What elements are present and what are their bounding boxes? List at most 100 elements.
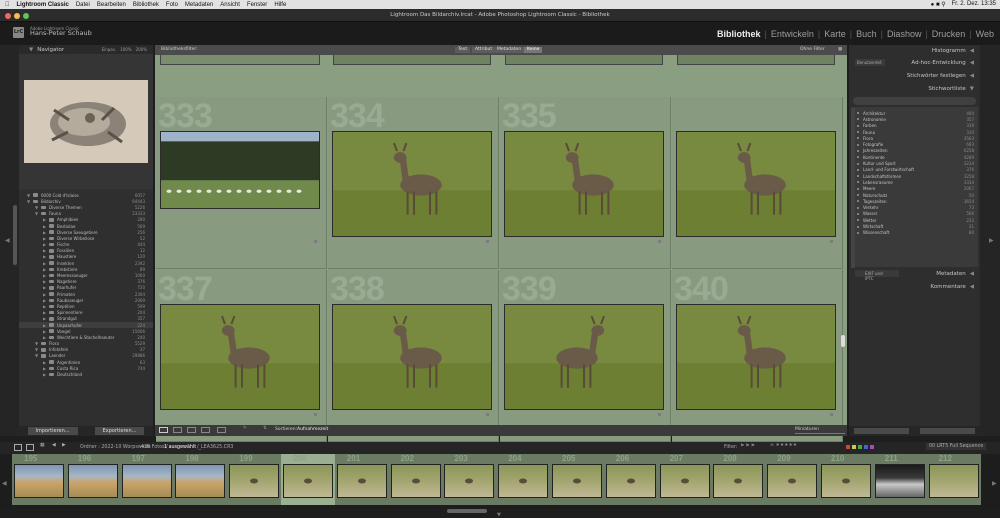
- zoom-100[interactable]: 100%: [120, 47, 131, 52]
- filmstrip-cell[interactable]: 206: [603, 454, 658, 505]
- filmstrip-cell[interactable]: 211: [872, 454, 927, 505]
- disclosure-triangle-icon[interactable]: ▶: [43, 335, 47, 340]
- grid-cell[interactable]: 340: [672, 270, 843, 442]
- main-window-icon[interactable]: [26, 444, 34, 451]
- right-scrollbar[interactable]: [851, 108, 855, 268]
- keyword-item[interactable]: Wissenschaft 80: [857, 230, 974, 236]
- disclosure-triangle-icon[interactable]: ▶: [43, 298, 47, 303]
- module-buch[interactable]: Buch: [856, 29, 877, 39]
- filmstrip-cell[interactable]: 209: [765, 454, 820, 505]
- filmstrip-cell[interactable]: 200: [281, 454, 335, 505]
- disclosure-triangle-icon[interactable]: ▼: [27, 199, 31, 204]
- thumb-partial[interactable]: [505, 55, 663, 65]
- photo-thumbnail[interactable]: [504, 304, 664, 410]
- menu-datei[interactable]: Datei: [76, 2, 90, 8]
- filmstrip-cell[interactable]: 199: [227, 454, 282, 505]
- filmstrip-cell[interactable]: 196: [65, 454, 120, 505]
- disclosure-triangle-icon[interactable]: ▶: [43, 285, 47, 290]
- filmstrip-cell[interactable]: 203: [442, 454, 497, 505]
- color-label-red[interactable]: [846, 445, 850, 449]
- disclosure-triangle-icon[interactable]: ▶: [43, 230, 47, 235]
- rating-filter[interactable]: ≥ ★★★★★: [770, 443, 797, 448]
- disclosure-triangle-icon[interactable]: ▶: [43, 316, 47, 321]
- disclosure-triangle-icon[interactable]: ▶: [43, 261, 47, 266]
- keyword-search-input[interactable]: [853, 97, 976, 105]
- export-button[interactable]: Exportieren...: [94, 427, 145, 435]
- filmstrip-cell[interactable]: 208: [711, 454, 766, 505]
- menu-app[interactable]: Lightroom Classic: [17, 2, 69, 8]
- loupe-view-icon[interactable]: [173, 427, 182, 433]
- module-entwickeln[interactable]: Entwickeln: [771, 29, 814, 39]
- zoom-fit[interactable]: Einpas.: [102, 47, 117, 52]
- grid-cell[interactable]: 333: [156, 97, 327, 269]
- filmstrip-cell[interactable]: 198: [173, 454, 228, 505]
- filmstrip-cell[interactable]: 195: [12, 454, 66, 505]
- forward-arrow-icon[interactable]: ▶: [62, 443, 66, 448]
- filmstrip-thumbnail[interactable]: [605, 464, 656, 498]
- badge-icon[interactable]: [486, 240, 489, 243]
- badge-icon[interactable]: [314, 413, 317, 416]
- filmstrip-thumbnail[interactable]: [175, 464, 226, 498]
- filmstrip-cell[interactable]: 205: [550, 454, 604, 505]
- sync-button[interactable]: [854, 428, 910, 434]
- back-arrow-icon[interactable]: ◀: [52, 443, 56, 448]
- filmstrip-thumbnail[interactable]: [928, 464, 979, 498]
- menu-hilfe[interactable]: Hilfe: [274, 2, 286, 8]
- grid-cell[interactable]: 337: [156, 270, 327, 442]
- filmstrip-thumbnail[interactable]: [14, 464, 64, 498]
- filmstrip-cell[interactable]: 201: [334, 454, 389, 505]
- filmstrip-filter-preset[interactable]: 00 LRT5 Full Sequence: [926, 443, 987, 450]
- filmstrip-cell[interactable]: 202: [388, 454, 443, 505]
- collection-item[interactable]: ▶ Deutschland: [19, 371, 153, 377]
- disclosure-triangle-icon[interactable]: ▼: [35, 211, 39, 216]
- disclosure-triangle-icon[interactable]: ▶: [43, 224, 47, 229]
- flag-filter-icons[interactable]: ⚑⚑⚑: [740, 444, 756, 449]
- filmstrip-thumbnail[interactable]: [336, 464, 387, 498]
- histogram-header[interactable]: Histogramm ◀: [849, 45, 980, 56]
- color-label-green[interactable]: [858, 445, 862, 449]
- zoom-window-button[interactable]: [23, 13, 29, 19]
- filter-tab-keine[interactable]: Keine: [524, 47, 543, 53]
- thumb-partial[interactable]: [160, 55, 320, 65]
- navigator-preview-image[interactable]: [24, 80, 148, 163]
- photo-thumbnail[interactable]: [676, 131, 836, 237]
- filter-preset[interactable]: Ohne Filter: [800, 47, 825, 52]
- disclosure-triangle-icon[interactable]: ▶: [43, 248, 47, 253]
- disclosure-triangle-icon[interactable]: ▶: [43, 279, 47, 284]
- disclosure-triangle-icon[interactable]: ▶: [43, 236, 47, 241]
- sort-direction-icon[interactable]: ⇅: [263, 426, 267, 431]
- filmstrip-scrollbar[interactable]: [447, 509, 487, 513]
- thumbnail-size-slider[interactable]: [795, 433, 845, 434]
- photo-thumbnail[interactable]: [504, 131, 664, 237]
- badge-icon[interactable]: [486, 413, 489, 416]
- badge-icon[interactable]: [658, 413, 661, 416]
- filmstrip-thumbnail[interactable]: [390, 464, 441, 498]
- disclosure-triangle-icon[interactable]: ▶: [43, 372, 47, 377]
- photo-thumbnail[interactable]: [160, 304, 320, 410]
- photo-thumbnail[interactable]: [332, 304, 492, 410]
- filmstrip-thumbnail[interactable]: [713, 464, 764, 498]
- collapse-bottom-icon[interactable]: ▼: [497, 512, 501, 518]
- badge-icon[interactable]: [658, 240, 661, 243]
- filmstrip-thumbnail[interactable]: [498, 464, 549, 498]
- quick-develop-header[interactable]: Ad-hoc-Entwicklung ◀: [849, 57, 980, 68]
- disclosure-triangle-icon[interactable]: ▶: [43, 292, 47, 297]
- disclosure-triangle-icon[interactable]: ▼: [35, 353, 39, 358]
- filmstrip-thumbnail[interactable]: [821, 464, 871, 498]
- left-scrollbar[interactable]: [13, 205, 17, 265]
- disclosure-triangle-icon[interactable]: ▶: [43, 254, 47, 259]
- disclosure-triangle-icon[interactable]: ▶: [43, 323, 47, 328]
- grid-cell[interactable]: [672, 97, 843, 269]
- second-window-icon[interactable]: [14, 444, 22, 451]
- filter-tab-text[interactable]: Text: [455, 47, 471, 53]
- color-label-blue[interactable]: [864, 445, 868, 449]
- disclosure-triangle-icon[interactable]: ▶: [43, 304, 47, 309]
- close-window-button[interactable]: [5, 13, 11, 19]
- menu-bibliothek[interactable]: Bibliothek: [133, 2, 159, 8]
- disclosure-triangle-icon[interactable]: ▶: [43, 273, 47, 278]
- color-label-yellow[interactable]: [852, 445, 856, 449]
- apple-icon[interactable]: : [5, 2, 10, 8]
- people-view-icon[interactable]: [217, 427, 226, 433]
- grid-cell[interactable]: 338: [328, 270, 499, 442]
- disclosure-triangle-icon[interactable]: ▶: [43, 360, 47, 365]
